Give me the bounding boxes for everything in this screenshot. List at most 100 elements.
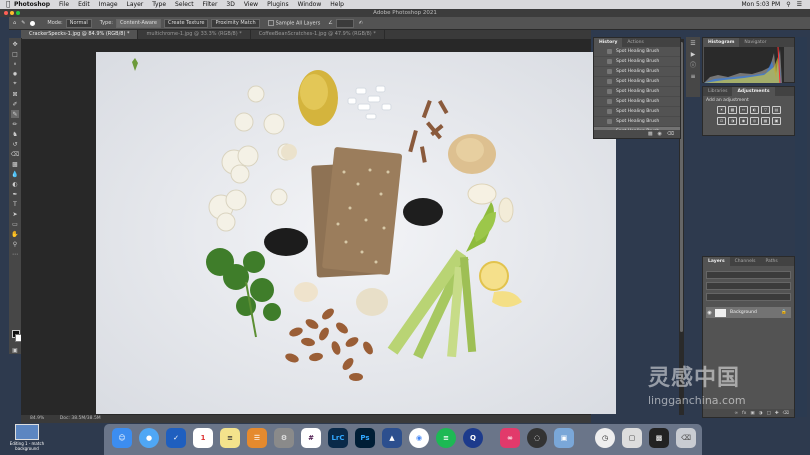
menu-image[interactable]: Image (99, 0, 118, 9)
dock-system-preferences-icon[interactable]: ⚙ (274, 428, 294, 448)
dock-notes-icon[interactable]: ≡ (220, 428, 240, 448)
delete-layer-icon[interactable]: ⌫ (783, 411, 789, 416)
pen-tool-icon[interactable]: ✒ (11, 190, 19, 198)
trash-icon[interactable]: ⌫ (667, 131, 674, 137)
hue-saturation-icon[interactable]: ▤ (772, 106, 781, 114)
camera-icon[interactable]: ◉ (658, 131, 662, 137)
eyedropper-tool-icon[interactable]: ✐ (11, 100, 19, 108)
tab-crackerspecks[interactable]: CrackerSpecks-1.jpg @ 84.9% (RGB/8) * (21, 30, 139, 39)
dock-books-icon[interactable]: ☰ (247, 428, 267, 448)
brush-size-preview[interactable] (30, 20, 36, 26)
menu-edit[interactable]: Edit (78, 0, 90, 9)
menu-select[interactable]: Select (175, 0, 194, 9)
history-item[interactable]: Spot Healing Brush (594, 67, 680, 77)
crop-tool-icon[interactable]: ⌖ (11, 80, 19, 88)
info-panel-icon[interactable]: ⓘ (689, 62, 697, 70)
menu-type[interactable]: Type (152, 0, 166, 9)
mask-icon[interactable]: ▣ (750, 411, 754, 416)
vibrance-icon[interactable]: ▽ (761, 106, 770, 114)
history-item[interactable]: Spot Healing Brush (594, 117, 680, 127)
eraser-tool-icon[interactable]: ⌫ (11, 150, 19, 158)
path-select-tool-icon[interactable]: ➤ (11, 210, 19, 218)
history-item[interactable]: Spot Healing Brush (594, 77, 680, 87)
dock-spotify-icon[interactable]: ≡ (436, 428, 456, 448)
new-layer-icon[interactable]: ✚ (775, 411, 779, 416)
quick-mask-icon[interactable]: ▣ (11, 346, 19, 354)
dock-chrome-icon[interactable]: ◉ (409, 428, 429, 448)
spot-healing-tool-icon[interactable]: ✎ (11, 110, 19, 118)
brush-tool-icon[interactable]: ✏ (11, 120, 19, 128)
type-content-aware-button[interactable]: Content-Aware (115, 18, 161, 28)
history-panel-icon[interactable]: ☰ (689, 40, 697, 48)
history-brush-tool-icon[interactable]: ↺ (11, 140, 19, 148)
tab-history[interactable]: History (594, 38, 623, 47)
shape-tool-icon[interactable]: ▭ (11, 220, 19, 228)
dock-preview-icon[interactable]: ▣ (554, 428, 574, 448)
type-proximity-match-button[interactable]: Proximity Match (211, 18, 260, 28)
history-item[interactable]: Spot Healing Brush (594, 87, 680, 97)
doc-size[interactable]: Doc: 38.5M/38.5M (60, 416, 101, 421)
layer-filter-search[interactable] (706, 271, 791, 279)
type-create-texture-button[interactable]: Create Texture (163, 18, 209, 28)
tab-histogram[interactable]: Histogram (703, 38, 740, 47)
menu-plugins[interactable]: Plugins (267, 0, 289, 9)
exposure-icon[interactable]: ◐ (750, 106, 759, 114)
clone-stamp-tool-icon[interactable]: ♞ (11, 130, 19, 138)
home-icon[interactable]: ⌂ (13, 20, 16, 26)
dodge-tool-icon[interactable]: ◐ (11, 180, 19, 188)
channel-mixer-icon[interactable]: ◎ (750, 117, 759, 125)
quick-select-tool-icon[interactable]: ✹ (11, 70, 19, 78)
dock-calendar-icon[interactable]: 1 (193, 428, 213, 448)
frame-tool-icon[interactable]: ⊠ (11, 90, 19, 98)
dock-screenshot-icon[interactable]: ▢ (622, 428, 642, 448)
menu-app[interactable]: Photoshop (14, 0, 50, 9)
zoom-level[interactable]: 84.9% (30, 416, 44, 421)
tab-paths[interactable]: Paths (760, 257, 782, 266)
menu-file[interactable]: File (59, 0, 69, 9)
menu-3d[interactable]: 3D (226, 0, 234, 9)
healing-brush-icon[interactable]: ✎ (21, 20, 25, 26)
search-icon[interactable]: ⚲ (786, 0, 790, 9)
dock-photoshop-icon[interactable]: Ps (355, 428, 375, 448)
clock[interactable]: Mon 5:03 PM (741, 0, 780, 9)
history-item[interactable]: Spot Healing Brush (594, 47, 680, 57)
tab-coffeebean[interactable]: CoffeeBeanScratches-1.jpg @ 47.9% (RGB/8… (251, 30, 385, 39)
group-icon[interactable]: □ (767, 411, 771, 416)
history-item[interactable]: Spot Healing Brush (594, 97, 680, 107)
menu-window[interactable]: Window (298, 0, 322, 9)
levels-icon[interactable]: ▩ (728, 106, 737, 114)
brightness-icon[interactable]: ☀ (717, 106, 726, 114)
adjustment-layer-icon[interactable]: ◑ (759, 411, 763, 416)
pressure-icon[interactable]: ✍ (359, 20, 363, 26)
dock-clock-icon[interactable]: ◷ (595, 428, 615, 448)
angle-icon[interactable]: ∠ (328, 20, 332, 26)
eye-icon[interactable]: ◉ (706, 310, 713, 316)
dock-slack-icon[interactable]: # (301, 428, 321, 448)
invert-icon[interactable]: ▣ (772, 117, 781, 125)
tab-channels[interactable]: Channels (730, 257, 761, 266)
dock-keynote-icon[interactable]: ▩ (649, 428, 669, 448)
color-lookup-icon[interactable]: ▦ (761, 117, 770, 125)
menu-view[interactable]: View (244, 0, 258, 9)
menu-list-icon[interactable]: ☰ (797, 0, 802, 9)
color-balance-icon[interactable]: ⚖ (717, 117, 726, 125)
type-tool-icon[interactable]: T (11, 200, 19, 208)
menu-filter[interactable]: Filter (203, 0, 218, 9)
lock-controls[interactable] (706, 293, 791, 301)
dock-quicktime-icon[interactable]: Q (463, 428, 483, 448)
tab-adjustments[interactable]: Adjustments (732, 87, 775, 96)
actions-panel-icon[interactable]: ▶ (689, 51, 697, 59)
history-item[interactable]: Spot Healing Brush (594, 107, 680, 117)
dock-creative-cloud-icon[interactable]: ∞ (500, 428, 520, 448)
dock-affinity-icon[interactable]: ▲ (382, 428, 402, 448)
more-tools-icon[interactable]: ⋯ (11, 250, 19, 258)
dock-obs-icon[interactable]: ◌ (527, 428, 547, 448)
menu-layer[interactable]: Layer (127, 0, 144, 9)
tab-navigator[interactable]: Navigator (739, 38, 771, 47)
blur-tool-icon[interactable]: 💧 (11, 170, 19, 178)
history-item[interactable]: Spot Healing Brush (594, 57, 680, 67)
tab-actions[interactable]: Actions (622, 38, 648, 47)
black-white-icon[interactable]: ◑ (728, 117, 737, 125)
desktop-file[interactable]: Editing 1 - match background (8, 424, 46, 451)
menu-help[interactable]: Help (330, 0, 344, 9)
